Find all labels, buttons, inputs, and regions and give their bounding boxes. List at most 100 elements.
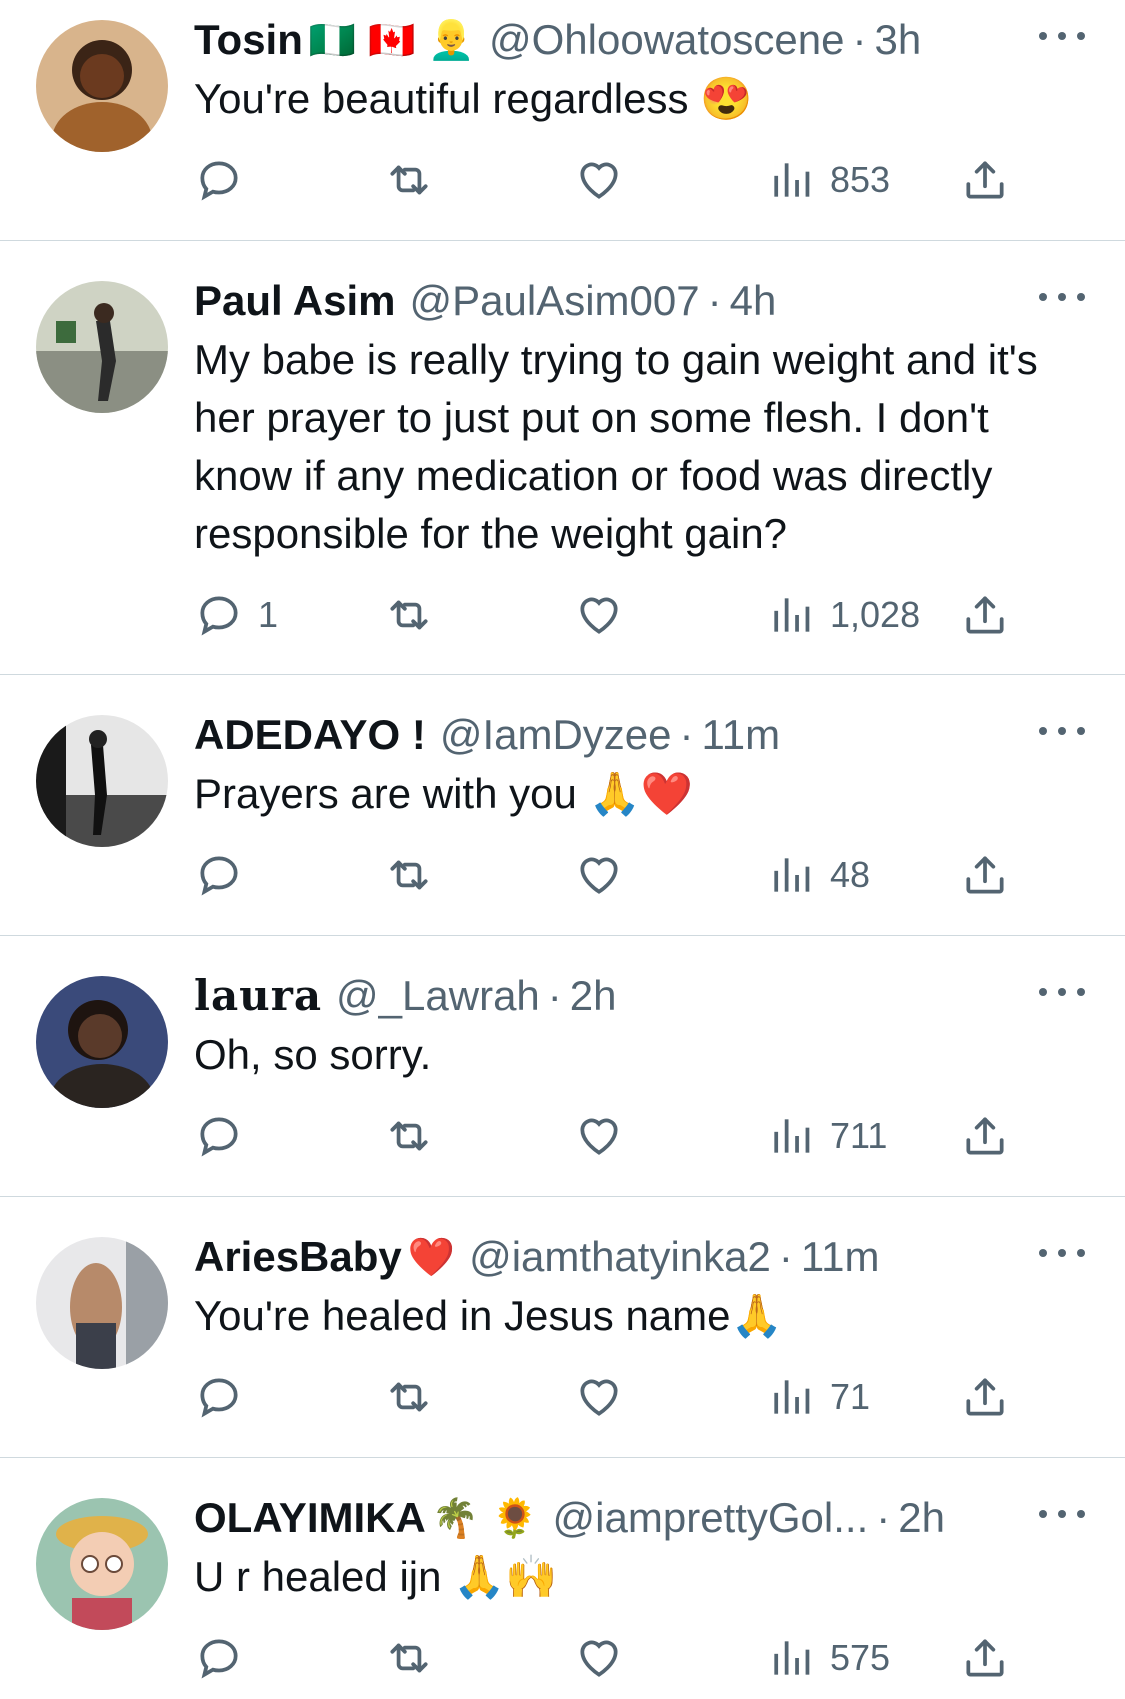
tweet-actions: 711	[194, 1106, 1094, 1166]
tweet-header: OLAYIMIKA 🌴 🌻 @iamprettyGol... · 2h	[194, 1490, 1085, 1546]
handle[interactable]: @PaulAsim007	[410, 273, 700, 329]
share-button[interactable]	[960, 585, 1010, 645]
timestamp[interactable]: 2h	[570, 968, 617, 1024]
tweet-header: Paul Asim @PaulAsim007 · 4h	[194, 273, 1085, 329]
reply-button[interactable]	[194, 1106, 258, 1166]
reply-icon	[194, 155, 244, 205]
tweet-text: U r healed ijn 🙏🙌	[194, 1553, 558, 1600]
handle[interactable]: @iamprettyGol...	[553, 1490, 869, 1546]
avatar[interactable]	[36, 1237, 168, 1369]
tweet-text: You're healed in Jesus name🙏	[194, 1292, 783, 1339]
views-button[interactable]: 71	[766, 1367, 870, 1427]
share-button[interactable]	[960, 845, 1010, 905]
timestamp[interactable]: 3h	[875, 12, 922, 68]
retweet-icon	[384, 1111, 434, 1161]
handle[interactable]: @Ohloowatoscene	[489, 12, 845, 68]
like-icon	[574, 1633, 624, 1683]
timestamp[interactable]: 2h	[898, 1490, 945, 1546]
retweet-button[interactable]	[384, 1106, 434, 1166]
timestamp[interactable]: 4h	[730, 273, 777, 329]
handle[interactable]: @_Lawrah	[336, 968, 540, 1024]
views-button[interactable]: 1,028	[766, 585, 920, 645]
separator-dot: ·	[852, 16, 867, 63]
retweet-button[interactable]	[384, 845, 434, 905]
share-icon	[960, 155, 1010, 205]
retweet-button[interactable]	[384, 1628, 434, 1688]
tweet[interactable]: Tosin 🇳🇬 🇨🇦 👱‍♂️ @Ohloowatoscene · 3h Yo…	[0, 0, 1125, 241]
share-button[interactable]	[960, 1367, 1010, 1427]
avatar[interactable]	[36, 281, 168, 413]
tweet-text: Oh, so sorry.	[194, 1031, 432, 1078]
like-button[interactable]	[574, 1367, 624, 1427]
like-icon	[574, 1372, 624, 1422]
reply-feed: Tosin 🇳🇬 🇨🇦 👱‍♂️ @Ohloowatoscene · 3h Yo…	[0, 0, 1125, 1699]
more-icon[interactable]	[1039, 287, 1085, 307]
tweet-actions: 575	[194, 1628, 1094, 1688]
retweet-icon	[384, 1633, 434, 1683]
tweet[interactable]: ADEDAYO ! @IamDyzee · 11m Prayers are wi…	[0, 675, 1125, 936]
avatar[interactable]	[36, 715, 168, 847]
more-icon[interactable]	[1039, 26, 1085, 46]
handle[interactable]: @iamthatyinka2	[469, 1229, 771, 1285]
display-name[interactable]: AriesBaby	[194, 1229, 402, 1285]
tweet-text: You're beautiful regardless 😍	[194, 75, 753, 122]
timestamp[interactable]: 11m	[801, 1229, 880, 1285]
views-button[interactable]: 711	[766, 1106, 887, 1166]
reply-button[interactable]	[194, 845, 258, 905]
display-name[interactable]: Paul Asim	[194, 273, 396, 329]
like-button[interactable]	[574, 1106, 624, 1166]
separator-dot: ·	[876, 1494, 891, 1541]
like-icon	[574, 590, 624, 640]
more-icon[interactable]	[1039, 1504, 1085, 1524]
avatar[interactable]	[36, 1498, 168, 1630]
more-icon[interactable]	[1039, 721, 1085, 741]
display-name[interactable]: OLAYIMIKA	[194, 1490, 426, 1546]
retweet-button[interactable]	[384, 1367, 434, 1427]
share-button[interactable]	[960, 150, 1010, 210]
more-icon[interactable]	[1039, 1243, 1085, 1263]
reply-icon	[194, 1633, 244, 1683]
tweet-actions: 853	[194, 150, 1094, 210]
reply-button[interactable]: 1	[194, 585, 278, 645]
view-count: 711	[830, 1115, 888, 1156]
handle[interactable]: @IamDyzee	[440, 707, 672, 763]
separator-dot: ·	[778, 1233, 793, 1280]
share-button[interactable]	[960, 1106, 1010, 1166]
share-button[interactable]	[960, 1628, 1010, 1688]
like-button[interactable]	[574, 1628, 624, 1688]
tweet[interactable]: Paul Asim @PaulAsim007 · 4h My babe is r…	[0, 241, 1125, 675]
display-name[interactable]: laura	[194, 968, 322, 1024]
views-button[interactable]: 853	[766, 150, 890, 210]
tweet[interactable]: AriesBaby ❤️ @iamthatyinka2 · 11m You're…	[0, 1197, 1125, 1458]
tweet-actions: 48	[194, 845, 1094, 905]
view-count: 48	[830, 854, 871, 895]
like-button[interactable]	[574, 585, 624, 645]
views-icon	[766, 155, 816, 205]
like-button[interactable]	[574, 845, 624, 905]
view-count: 71	[830, 1376, 871, 1417]
retweet-button[interactable]	[384, 585, 434, 645]
tweet[interactable]: laura @_Lawrah · 2h Oh, so sorry. 711	[0, 936, 1125, 1197]
avatar[interactable]	[36, 20, 168, 152]
share-icon	[960, 590, 1010, 640]
reply-button[interactable]	[194, 1367, 258, 1427]
retweet-icon	[384, 590, 434, 640]
reply-button[interactable]	[194, 150, 258, 210]
reply-button[interactable]	[194, 1628, 258, 1688]
views-button[interactable]: 575	[766, 1628, 890, 1688]
view-count: 575	[830, 1637, 891, 1678]
display-name[interactable]: ADEDAYO !	[194, 707, 426, 763]
tweet[interactable]: OLAYIMIKA 🌴 🌻 @iamprettyGol... · 2h U r …	[0, 1458, 1125, 1699]
like-button[interactable]	[574, 150, 624, 210]
retweet-button[interactable]	[384, 150, 434, 210]
more-icon[interactable]	[1039, 982, 1085, 1002]
display-name[interactable]: Tosin	[194, 12, 303, 68]
reply-icon	[194, 850, 244, 900]
timestamp[interactable]: 11m	[702, 707, 781, 763]
avatar[interactable]	[36, 976, 168, 1108]
views-button[interactable]: 48	[766, 845, 870, 905]
reply-icon	[194, 1111, 244, 1161]
views-icon	[766, 1633, 816, 1683]
tweet-header: Tosin 🇳🇬 🇨🇦 👱‍♂️ @Ohloowatoscene · 3h	[194, 12, 1085, 68]
tweet-header: laura @_Lawrah · 2h	[194, 968, 1085, 1024]
